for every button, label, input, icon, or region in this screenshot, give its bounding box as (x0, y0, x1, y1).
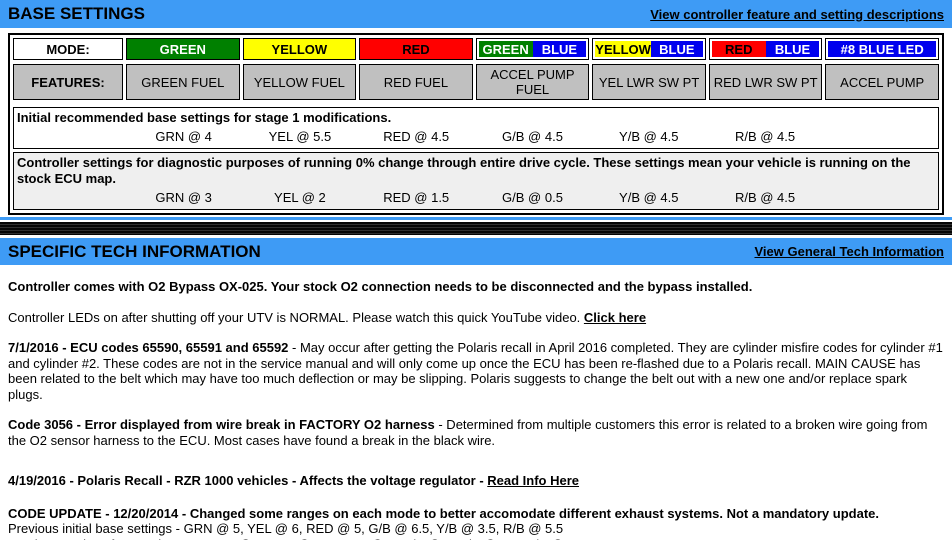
mode-cell-yellow: YELLOW (243, 38, 357, 60)
ecu-codes-paragraph: 7/1/2016 - ECU codes 65590, 65591 and 65… (8, 340, 944, 402)
value-rb: R/B @ 4.5 (708, 190, 821, 206)
value-red: RED @ 4.5 (360, 129, 473, 145)
value-grn: GRN @ 4 (127, 129, 240, 145)
feature-cell-red-lwr-sw-pt: RED LWR SW PT (709, 64, 823, 100)
value-yel: YEL @ 5.5 (243, 129, 356, 145)
tech-info-content: Controller comes with O2 Bypass OX-025. … (8, 265, 944, 540)
value-grn: GRN @ 3 (127, 190, 240, 206)
mode-cell-blue-led: #8 BLUE LED (825, 38, 939, 60)
value-rb: R/B @ 4.5 (708, 129, 821, 145)
feature-descriptions-link[interactable]: View controller feature and setting desc… (650, 7, 944, 22)
values-spacer (825, 129, 938, 145)
initial-settings-section: Initial recommended base settings for st… (13, 107, 939, 149)
value-gb: G/B @ 0.5 (476, 190, 589, 206)
blue-divider-line (0, 217, 952, 220)
mode-row: MODE: GREEN YELLOW RED GREEN BLUE YELLOW… (13, 38, 939, 60)
features-label-cell: FEATURES: (13, 64, 123, 100)
value-red: RED @ 1.5 (360, 190, 473, 206)
values-spacer (14, 190, 124, 206)
diagnostic-settings-title: Controller settings for diagnostic purpo… (14, 154, 938, 188)
value-yb: Y/B @ 4.5 (592, 190, 705, 206)
diagnostic-settings-values: GRN @ 3 YEL @ 2 RED @ 1.5 G/B @ 0.5 Y/B … (14, 188, 938, 207)
mode-red-blue-left: RED (712, 41, 766, 57)
mode-cell-yellow-blue: YELLOW BLUE (592, 38, 706, 60)
feature-cell-green-fuel: GREEN FUEL (126, 64, 240, 100)
initial-settings-values: GRN @ 4 YEL @ 5.5 RED @ 4.5 G/B @ 4.5 Y/… (14, 127, 938, 146)
value-yel: YEL @ 2 (243, 190, 356, 206)
feature-cell-accel-pump-fuel: ACCEL PUMP FUEL (476, 64, 590, 100)
feature-cell-yellow-fuel: YELLOW FUEL (243, 64, 357, 100)
previous-base-settings-line: Previous initial base settings - GRN @ 5… (8, 521, 944, 537)
general-tech-info-link[interactable]: View General Tech Information (754, 244, 944, 259)
base-settings-header-bar: BASE SETTINGS View controller feature an… (0, 0, 952, 28)
values-spacer (825, 190, 938, 206)
ecu-codes-bold: 7/1/2016 - ECU codes 65590, 65591 and 65… (8, 340, 288, 355)
features-row: FEATURES: GREEN FUEL YELLOW FUEL RED FUE… (13, 64, 939, 100)
mode-green-blue-left: GREEN (479, 41, 533, 57)
click-here-link[interactable]: Click here (584, 310, 646, 325)
mode-yellow-blue-right: BLUE (651, 41, 703, 57)
mode-cell-red-blue: RED BLUE (709, 38, 823, 60)
feature-cell-yel-lwr-sw-pt: YEL LWR SW PT (592, 64, 706, 100)
previous-zero-change-line: Previous settings for 0% change - GRN @ … (8, 537, 944, 540)
code-update-paragraph: CODE UPDATE - 12/20/2014 - Changed some … (8, 506, 944, 522)
polaris-recall-bold: 4/19/2016 - Polaris Recall - RZR 1000 ve… (8, 473, 487, 488)
mode-label-cell: MODE: (13, 38, 123, 60)
value-yb: Y/B @ 4.5 (592, 129, 705, 145)
diagnostic-settings-section: Controller settings for diagnostic purpo… (13, 152, 939, 210)
base-settings-title: BASE SETTINGS (8, 4, 145, 24)
read-info-here-link[interactable]: Read Info Here (487, 473, 579, 488)
leds-paragraph: Controller LEDs on after shutting off yo… (8, 310, 944, 326)
mode-red-blue-right: BLUE (766, 41, 820, 57)
mode-cell-green: GREEN (126, 38, 240, 60)
feature-cell-red-fuel: RED FUEL (359, 64, 473, 100)
values-spacer (14, 129, 124, 145)
black-striped-divider (0, 222, 952, 235)
leds-text: Controller LEDs on after shutting off yo… (8, 310, 584, 325)
polaris-recall-paragraph: 4/19/2016 - Polaris Recall - RZR 1000 ve… (8, 473, 944, 489)
code-3056-paragraph: Code 3056 - Error displayed from wire br… (8, 417, 944, 448)
initial-settings-title: Initial recommended base settings for st… (14, 109, 938, 127)
code-3056-bold: Code 3056 - Error displayed from wire br… (8, 417, 435, 432)
mode-blue-led-box: #8 BLUE LED (828, 41, 936, 57)
feature-cell-accel-pump: ACCEL PUMP (825, 64, 939, 100)
tech-info-header-bar: SPECIFIC TECH INFORMATION View General T… (0, 238, 952, 265)
mode-green-blue-right: BLUE (533, 41, 587, 57)
tech-info-title: SPECIFIC TECH INFORMATION (8, 242, 261, 262)
o2-bypass-paragraph: Controller comes with O2 Bypass OX-025. … (8, 279, 944, 295)
mode-yellow-blue-left: YELLOW (595, 41, 651, 57)
mode-cell-red: RED (359, 38, 473, 60)
base-settings-table: MODE: GREEN YELLOW RED GREEN BLUE YELLOW… (8, 33, 944, 215)
mode-cell-green-blue: GREEN BLUE (476, 38, 590, 60)
value-gb: G/B @ 4.5 (476, 129, 589, 145)
